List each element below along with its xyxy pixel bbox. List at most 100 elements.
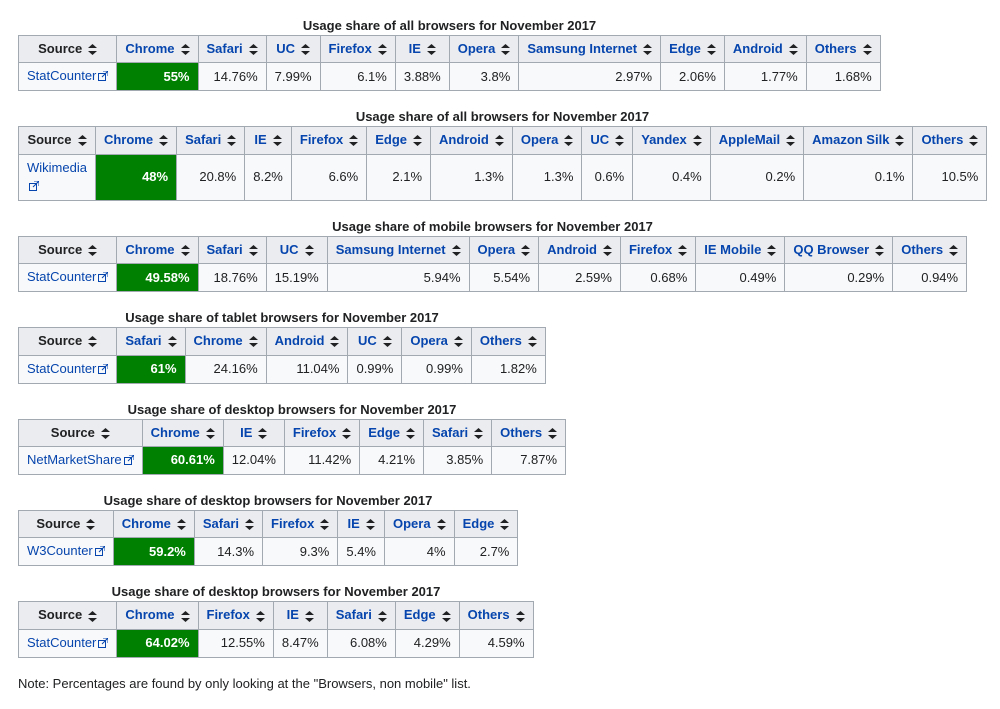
col-link[interactable]: UC (280, 242, 299, 257)
col-link[interactable]: Opera (458, 41, 496, 56)
col-link[interactable]: Android (275, 333, 325, 348)
col-link[interactable]: Others (901, 242, 943, 257)
col-link[interactable]: IE (409, 41, 421, 56)
col-header[interactable]: QQ Browser (785, 236, 893, 263)
sort-icon[interactable] (548, 428, 557, 439)
sort-icon[interactable] (495, 135, 504, 146)
sort-icon[interactable] (789, 44, 798, 55)
col-header[interactable]: IE Mobile (696, 236, 785, 263)
col-link[interactable]: Safari (432, 425, 468, 440)
sort-icon[interactable] (603, 245, 612, 256)
source-link[interactable]: NetMarketShare (27, 452, 122, 467)
col-link[interactable]: Chrome (125, 607, 174, 622)
col-header[interactable]: Opera (402, 328, 472, 355)
col-header[interactable]: Others (913, 127, 987, 154)
col-header[interactable]: Yandex (633, 127, 711, 154)
col-link[interactable]: Chrome (125, 41, 174, 56)
sort-icon[interactable] (177, 519, 186, 530)
col-header[interactable]: UC (582, 127, 633, 154)
col-link[interactable]: Others (500, 425, 542, 440)
sort-icon[interactable] (406, 428, 415, 439)
sort-icon[interactable] (895, 135, 904, 146)
sort-icon[interactable] (342, 428, 351, 439)
col-header[interactable]: UC (266, 36, 320, 63)
source-link[interactable]: StatCounter (27, 68, 96, 83)
col-header[interactable]: Safari (198, 36, 266, 63)
sort-icon[interactable] (383, 336, 392, 347)
col-header[interactable]: UC (348, 328, 402, 355)
col-link[interactable]: Opera (393, 516, 431, 531)
sort-icon[interactable] (693, 135, 702, 146)
col-source[interactable]: Source (19, 127, 96, 154)
col-header[interactable]: Opera (449, 36, 519, 63)
sort-icon[interactable] (245, 519, 254, 530)
col-header[interactable]: IE (245, 127, 292, 154)
sort-icon[interactable] (349, 135, 358, 146)
sort-icon[interactable] (949, 245, 958, 256)
col-link[interactable]: IE (348, 516, 360, 531)
sort-icon[interactable] (615, 135, 624, 146)
col-header[interactable]: Edge (661, 36, 725, 63)
col-link[interactable]: Firefox (629, 242, 672, 257)
col-header[interactable]: IE (273, 602, 327, 629)
col-header[interactable]: Amazon Silk (804, 127, 913, 154)
col-header[interactable]: Firefox (291, 127, 366, 154)
sort-icon[interactable] (378, 611, 387, 622)
col-link[interactable]: AppleMail (719, 132, 780, 147)
col-header[interactable]: Firefox (198, 602, 273, 629)
sort-icon[interactable] (875, 245, 884, 256)
col-header[interactable]: Chrome (95, 127, 176, 154)
col-link[interactable]: IE (254, 132, 266, 147)
source-link[interactable]: Wikimedia (27, 160, 87, 175)
col-link[interactable]: Others (468, 607, 510, 622)
col-link[interactable]: Chrome (151, 425, 200, 440)
sort-icon[interactable] (767, 245, 776, 256)
col-link[interactable]: Android (547, 242, 597, 257)
col-header[interactable]: Opera (385, 511, 455, 538)
sort-icon[interactable] (159, 135, 168, 146)
col-header[interactable]: Opera (512, 127, 582, 154)
col-source[interactable]: Source (19, 511, 114, 538)
col-link[interactable]: Chrome (125, 242, 174, 257)
source-link[interactable]: StatCounter (27, 635, 96, 650)
sort-icon[interactable] (442, 611, 451, 622)
col-link[interactable]: IE Mobile (704, 242, 761, 257)
sort-icon[interactable] (521, 245, 530, 256)
sort-icon[interactable] (643, 44, 652, 55)
col-link[interactable]: Edge (463, 516, 495, 531)
col-link[interactable]: Others (921, 132, 963, 147)
col-link[interactable]: Opera (521, 132, 559, 147)
col-source[interactable]: Source (19, 328, 117, 355)
col-link[interactable]: Firefox (271, 516, 314, 531)
col-link[interactable]: Amazon Silk (812, 132, 889, 147)
col-header[interactable]: Android (431, 127, 513, 154)
sort-icon[interactable] (78, 135, 87, 146)
sort-icon[interactable] (320, 519, 329, 530)
col-header[interactable]: Opera (469, 236, 539, 263)
col-header[interactable]: AppleMail (710, 127, 803, 154)
sort-icon[interactable] (366, 519, 375, 530)
col-header[interactable]: Chrome (142, 419, 223, 446)
col-header[interactable]: Android (266, 328, 348, 355)
col-link[interactable]: Edge (375, 132, 407, 147)
col-header[interactable]: Chrome (185, 328, 266, 355)
sort-icon[interactable] (528, 336, 537, 347)
col-link[interactable]: IE (287, 607, 299, 622)
col-link[interactable]: Chrome (104, 132, 153, 147)
col-header[interactable]: Android (539, 236, 621, 263)
col-header[interactable]: Safari (424, 419, 492, 446)
sort-icon[interactable] (863, 44, 872, 55)
col-header[interactable]: Edge (367, 127, 431, 154)
source-link[interactable]: W3Counter (27, 543, 93, 558)
col-header[interactable]: Samsung Internet (519, 36, 661, 63)
col-header[interactable]: Safari (177, 127, 245, 154)
col-link[interactable]: Android (439, 132, 489, 147)
col-link[interactable]: Edge (669, 41, 701, 56)
col-link[interactable]: Others (815, 41, 857, 56)
col-header[interactable]: Others (471, 328, 545, 355)
sort-icon[interactable] (88, 611, 97, 622)
col-link[interactable]: Samsung Internet (527, 41, 637, 56)
sort-icon[interactable] (516, 611, 525, 622)
col-link[interactable]: Yandex (641, 132, 687, 147)
sort-icon[interactable] (256, 611, 265, 622)
